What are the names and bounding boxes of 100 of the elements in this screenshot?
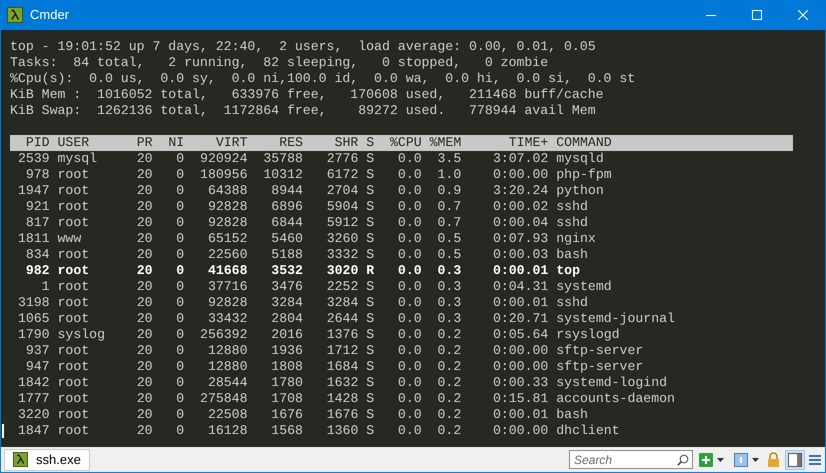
column-header: PR [136,135,153,151]
table-cell-text: 1708 [270,391,303,407]
column-header: VIRT [214,135,248,151]
table-cell-text: 0.9 [436,183,462,199]
table-cell-text: 20 [136,183,153,199]
table-cell-text: 1376 [326,327,358,343]
caret-icon [752,458,759,462]
table-cell-text: root [58,183,90,199]
table-cell-text: 0.0 [396,183,422,199]
column-header: RES [278,135,303,151]
table-cell-text: 2252 [326,279,358,295]
table-cell-text: 0:00.00 [492,167,548,183]
table-cell: dhclient [556,423,620,439]
table-cell-text: 1842 [16,375,50,391]
table-cell-text: 0.0 [396,199,422,215]
table-cell: S [366,423,374,439]
lock-button[interactable] [767,452,780,467]
table-cell-text: 20 [136,247,153,263]
table-cell-text: 817 [24,215,50,231]
table-cell: sshd [556,199,588,215]
table-cell-text: 0 [175,151,184,167]
table-cell-text: 0 [175,359,184,375]
table-cell-text: 2644 [326,311,358,327]
table-cell: S [366,199,374,215]
table-cell-text: 1 [40,279,50,295]
table-cell-text: 0.7 [436,199,462,215]
table-cell-text: 937 [24,343,50,359]
table-cell-text: 0.2 [436,391,462,407]
table-cell-text: 0.5 [436,231,462,247]
table-cell-text: 1811 [16,231,50,247]
table-cell-text: 978 [24,167,50,183]
table-cell-text: 275848 [199,391,248,407]
table-cell-text: 0:04.31 [492,279,548,295]
table-cell-text: 5188 [270,247,303,263]
table-cell-text: 0.0 [396,423,422,439]
summary-line: KiB Swap: 1262136 total, 1172864 free, 89272 used. 778944 avail Mem [10,103,596,119]
table-cell-text: 2539 [16,151,50,167]
table-cell-text: mysql [58,151,98,167]
console-tab[interactable]: ssh.exe [4,448,90,470]
table-cell-text: 2016 [270,327,303,343]
table-cell-text: 22508 [206,407,248,423]
split-view-button[interactable] [785,450,805,470]
table-cell-text: 0:15.81 [492,391,548,407]
table-cell-text: 0:20.71 [492,311,548,327]
column-header: TIME+ [508,135,548,151]
new-console-button[interactable] [699,452,724,466]
table-cell-text: 3284 [270,295,303,311]
table-cell-text: 0 [175,375,184,391]
table-cell-text: 0.0 [396,263,422,279]
table-cell-text: 1676 [270,407,303,423]
table-cell-text: 0:00.00 [492,359,548,375]
table-cell-text: 20 [136,311,153,327]
table-cell-text: 3020 [326,263,358,279]
table-cell-text: 20 [136,391,153,407]
table-cell-text: 1936 [270,343,303,359]
table-cell-text: root [58,167,90,183]
table-cell-text: 1777 [16,391,50,407]
table-cell-text: 947 [24,359,50,375]
table-cell-text: 0:00.04 [492,215,548,231]
table-cell-text: 92828 [206,215,248,231]
table-cell: S [366,231,374,247]
summary-line: Tasks: 84 total, 2 running, 82 sleeping, 0 stopped, 0 zombie [10,55,548,71]
table-cell-text: 0:00.01 [492,295,548,311]
table-cell-text: 5904 [326,199,358,215]
table-cell-text: 0:00.01 [492,407,548,423]
table-cell-text: 5460 [270,231,303,247]
table-cell-text: 33432 [206,311,248,327]
table-cell-text: 16128 [206,423,248,439]
table-cell-text: 10312 [262,167,303,183]
table-cell-text: 0:07.93 [492,231,548,247]
table-cell-text: 35788 [262,151,303,167]
table-cell: S [366,311,374,327]
table-cell-text: 0:00.01 [492,263,548,279]
table-cell-text: 20 [136,231,153,247]
search-field[interactable]: Search [569,450,693,469]
table-cell-text: 0.2 [436,359,462,375]
table-cell-text: 3.5 [436,151,462,167]
view-button[interactable] [734,452,759,466]
table-cell-text: 0.2 [436,375,462,391]
table-cell-text: 0 [175,295,184,311]
table-cell-text: 1847 [16,423,50,439]
window-title: Cmder [30,6,70,24]
table-cell: sshd [556,295,588,311]
table-cell-text: 0 [175,279,184,295]
table-cell-text: 2804 [270,311,303,327]
menu-button[interactable] [809,454,821,466]
table-cell: S [366,247,374,263]
table-cell: sftp-server [556,343,644,359]
table-cell-text: 28544 [206,375,248,391]
close-icon [798,10,808,20]
table-cell-text: 20 [136,327,153,343]
table-cell: sftp-server [556,359,644,375]
table-cell-text: syslog [58,327,106,343]
table-cell-text: root [58,391,90,407]
lambda-logo-icon [13,452,28,467]
window-icon [734,452,748,466]
table-cell-text: 1780 [270,375,303,391]
table-cell-text: 0.0 [396,247,422,263]
table-cell-text: 0.0 [396,407,422,423]
table-cell-text: 2704 [326,183,358,199]
